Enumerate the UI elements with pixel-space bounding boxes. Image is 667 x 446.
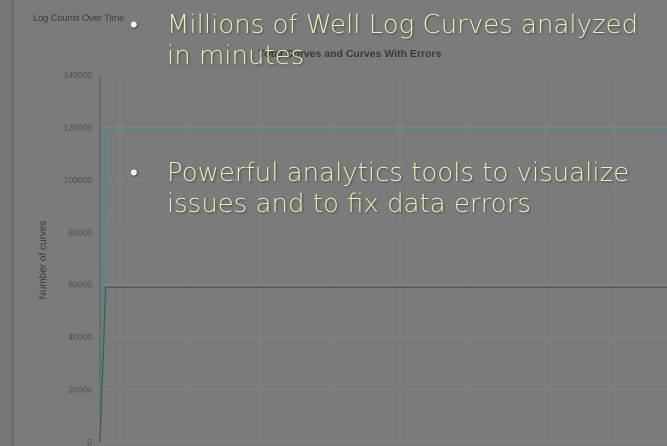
bullet-item: • Powerful analytics tools to visualize … — [130, 158, 667, 220]
bullet-dot-icon: • — [130, 13, 138, 38]
y-axis-ticks: 0 20000 40000 60000 80000 100000 120000 140000 — [64, 70, 93, 446]
bullet-dot-icon: • — [130, 161, 138, 186]
y-tick-label: 0 — [87, 437, 92, 446]
y-tick-label: 140000 — [64, 70, 93, 80]
y-tick-label: 80000 — [68, 227, 92, 237]
window-left-border — [11, 0, 14, 446]
bullet-text: Millions of Well Log Curves analyzed in … — [167, 10, 639, 71]
y-tick-label: 60000 — [68, 280, 92, 290]
window-left-frame — [0, 0, 11, 446]
y-axis-label: Number of curves — [38, 221, 49, 300]
bullet-text: Powerful analytics tools to visualize is… — [167, 158, 630, 219]
y-tick-label: 20000 — [68, 385, 92, 395]
y-tick-label: 40000 — [68, 332, 92, 342]
bullet-item: • Millions of Well Log Curves analyzed i… — [130, 10, 667, 72]
y-tick-label: 100000 — [64, 175, 93, 185]
series-line — [99, 286, 667, 443]
y-tick-label: 120000 — [64, 122, 93, 132]
slide-bullets: • Millions of Well Log Curves analyzed i… — [130, 10, 667, 220]
